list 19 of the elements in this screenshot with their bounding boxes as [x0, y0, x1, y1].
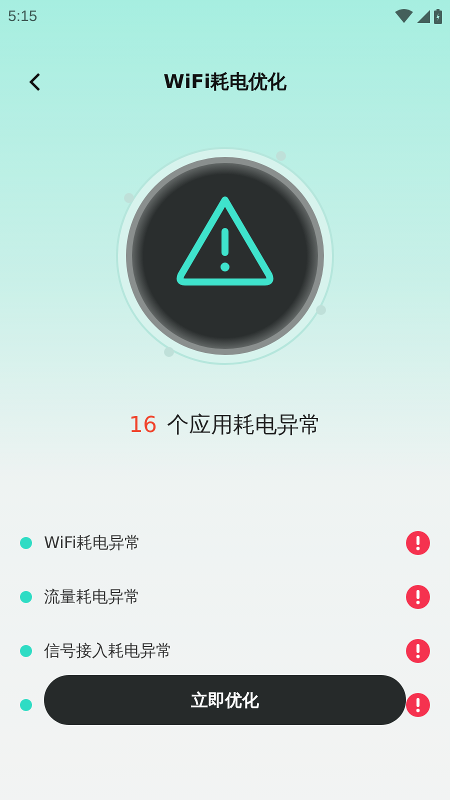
wifi-icon — [395, 9, 413, 23]
status-time: 5:15 — [8, 8, 38, 24]
summary-text: 16 个应用耗电异常 — [128, 412, 322, 440]
status-dot-icon — [20, 699, 32, 711]
issue-label: 流量耗电异常 — [44, 586, 141, 608]
status-dot-icon — [20, 537, 32, 549]
optimize-button[interactable]: 立即优化 — [44, 675, 406, 725]
alert-icon — [406, 531, 430, 555]
status-dot-icon — [20, 591, 32, 603]
status-dot-icon — [20, 645, 32, 657]
signal-icon — [417, 10, 430, 22]
back-icon — [28, 72, 42, 92]
issue-label: WiFi耗电异常 — [44, 532, 142, 554]
page-title: WiFi耗电优化 — [164, 70, 286, 95]
battery-icon — [434, 8, 442, 24]
alert-icon — [406, 639, 430, 663]
issue-label: 信号接入耗电异常 — [44, 640, 173, 662]
alert-icon — [406, 585, 430, 609]
alert-icon — [406, 693, 430, 717]
